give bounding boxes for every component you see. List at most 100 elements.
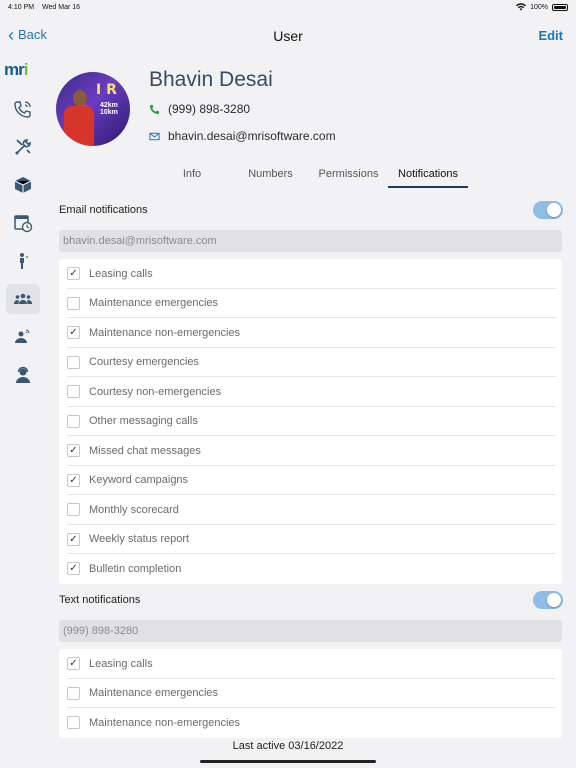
checkbox-unchecked[interactable] [67, 385, 80, 399]
checkbox-unchecked[interactable] [67, 355, 80, 369]
back-label: Back [18, 27, 47, 42]
checkmark-icon: ✓ [69, 658, 78, 670]
email-notification-checkbox-label: Leasing calls [89, 267, 153, 280]
status-time: 4:10 PM [8, 3, 35, 11]
user-name: Bhavin Desai [149, 68, 273, 91]
people-group-icon [13, 293, 33, 304]
tab-info[interactable]: Info [152, 164, 232, 188]
sidebar-item-visitors[interactable] [6, 246, 40, 276]
email-notification-list: ✓ Leasing calls Maintenance emergencies ✓ Ma… [59, 259, 562, 584]
email-notification-checkbox-label: Missed chat messages [89, 444, 201, 457]
person-walk-icon [20, 253, 29, 269]
email-notification-checkbox-label: Other messaging calls [89, 415, 198, 428]
text-notification-checkbox-label: Leasing calls [89, 657, 153, 670]
checkbox-unchecked[interactable] [67, 414, 80, 428]
checkbox-checked[interactable]: ✓ [67, 444, 80, 458]
tab-notifications[interactable]: Notifications [388, 164, 468, 188]
email-notification-checkbox-row[interactable]: Courtesy emergencies [59, 348, 562, 378]
checkbox-checked[interactable]: ✓ [67, 532, 80, 546]
email-notifications-label: Email notifications [59, 204, 148, 216]
checkbox-checked[interactable]: ✓ [67, 657, 80, 671]
text-notification-checkbox-label: Maintenance non-emergencies [89, 716, 241, 729]
checkmark-icon: ✓ [69, 445, 78, 457]
email-notification-checkbox-label: Monthly scorecard [89, 503, 179, 516]
email-notifications-toggle[interactable] [533, 201, 563, 219]
checkmark-icon: ✓ [69, 563, 78, 575]
tab-numbers[interactable]: Numbers [232, 164, 309, 188]
chevron-left-icon: ‹ [8, 24, 14, 45]
email-notification-checkbox-row[interactable]: ✓ Maintenance non-emergencies [59, 318, 562, 348]
phone-number: (999) 898-3280 [168, 102, 251, 116]
checkbox-checked[interactable]: ✓ [67, 562, 80, 576]
text-notification-checkbox-row[interactable]: ✓ Leasing calls [59, 649, 562, 679]
email-notification-checkbox-label: Weekly status report [89, 533, 190, 546]
phone-wave-icon [14, 101, 31, 118]
checkbox-unchecked[interactable] [67, 503, 80, 517]
phone-row[interactable]: (999) 898-3280 [149, 102, 250, 116]
email-notification-checkbox-row[interactable]: ✓ Leasing calls [59, 259, 562, 289]
email-notification-checkbox-row[interactable]: Other messaging calls [59, 407, 562, 437]
checkbox-checked[interactable]: ✓ [67, 473, 80, 487]
sidebar-item-packages[interactable] [6, 170, 40, 200]
mri-logo: mri [4, 60, 28, 79]
email-notification-checkbox-row[interactable]: Maintenance emergencies [59, 289, 562, 319]
navigation-bar: ‹ Back User Edit [0, 20, 576, 52]
tab-bar: Info Numbers Permissions Notifications [152, 164, 468, 188]
checkbox-unchecked[interactable] [67, 296, 80, 310]
email-row[interactable]: bhavin.desai@mrisoftware.com [149, 129, 336, 143]
calendar-clock-icon [14, 215, 33, 233]
edit-button[interactable]: Edit [538, 28, 563, 43]
home-indicator [200, 760, 376, 763]
text-notification-list: ✓ Leasing calls Maintenance emergencies Mai… [59, 649, 562, 738]
profile-header: I R 42km 10km Bhavin Desai (999) 898-328… [56, 68, 556, 156]
email-notification-checkbox-row[interactable]: ✓ Keyword campaigns [59, 466, 562, 496]
checkbox-unchecked[interactable] [67, 686, 80, 700]
email-notification-checkbox-label: Bulletin completion [89, 562, 182, 575]
status-bar: 4:10 PM Wed Mar 16 100% [0, 0, 576, 14]
battery-percent: 100% [530, 3, 548, 11]
battery-icon [552, 3, 568, 11]
sidebar-item-calendar[interactable] [6, 208, 40, 238]
text-notifications-toggle[interactable] [533, 591, 563, 609]
checkmark-icon: ✓ [69, 268, 78, 280]
tools-icon [15, 139, 31, 155]
package-icon [14, 177, 32, 193]
email-notification-checkbox-label: Courtesy non-emergencies [89, 385, 222, 398]
checkbox-checked[interactable]: ✓ [67, 326, 80, 340]
back-button[interactable]: ‹ Back [8, 24, 47, 45]
status-date: Wed Mar 16 [42, 3, 81, 11]
notification-phone-field[interactable]: (999) 898-3280 [59, 620, 562, 642]
email-address: bhavin.desai@mrisoftware.com [168, 129, 336, 143]
email-notification-checkbox-label: Maintenance non-emergencies [89, 326, 241, 339]
page-title: User [273, 28, 303, 44]
sidebar-item-maintenance[interactable] [6, 132, 40, 162]
wifi-icon [516, 3, 527, 11]
email-notification-checkbox-row[interactable]: Courtesy non-emergencies [59, 377, 562, 407]
email-notification-checkbox-row[interactable]: ✓ Missed chat messages [59, 436, 562, 466]
text-notification-checkbox-row[interactable]: Maintenance emergencies [59, 679, 562, 709]
text-notifications-label: Text notifications [59, 594, 141, 606]
email-notification-checkbox-row[interactable]: ✓ Weekly status report [59, 525, 562, 555]
sidebar: mri [0, 56, 46, 768]
text-notification-checkbox-row[interactable]: Maintenance non-emergencies [59, 708, 562, 738]
sidebar-item-broadcast[interactable] [6, 322, 40, 352]
sidebar-item-users[interactable] [6, 284, 40, 314]
text-notifications-row: Text notifications [59, 590, 563, 610]
email-notification-checkbox-row[interactable]: ✓ Bulletin completion [59, 554, 562, 584]
checkbox-unchecked[interactable] [67, 716, 80, 730]
email-notification-checkbox-label: Maintenance emergencies [89, 297, 219, 310]
last-active-text: Last active 03/16/2022 [232, 740, 344, 752]
sidebar-item-calls[interactable] [6, 94, 40, 124]
email-notification-checkbox-row[interactable]: Monthly scorecard [59, 495, 562, 525]
checkmark-icon: ✓ [69, 474, 78, 486]
sidebar-item-support[interactable] [6, 360, 40, 390]
person-broadcast-icon [15, 329, 30, 343]
email-notifications-row: Email notifications [59, 200, 563, 220]
notification-email-field[interactable]: bhavin.desai@mrisoftware.com [59, 230, 562, 252]
checkbox-checked[interactable]: ✓ [67, 267, 80, 281]
tab-permissions[interactable]: Permissions [309, 164, 388, 188]
checkmark-icon: ✓ [69, 327, 78, 339]
avatar: I R 42km 10km [56, 72, 130, 146]
email-notification-checkbox-label: Keyword campaigns [89, 474, 189, 487]
text-notification-checkbox-label: Maintenance emergencies [89, 687, 219, 700]
